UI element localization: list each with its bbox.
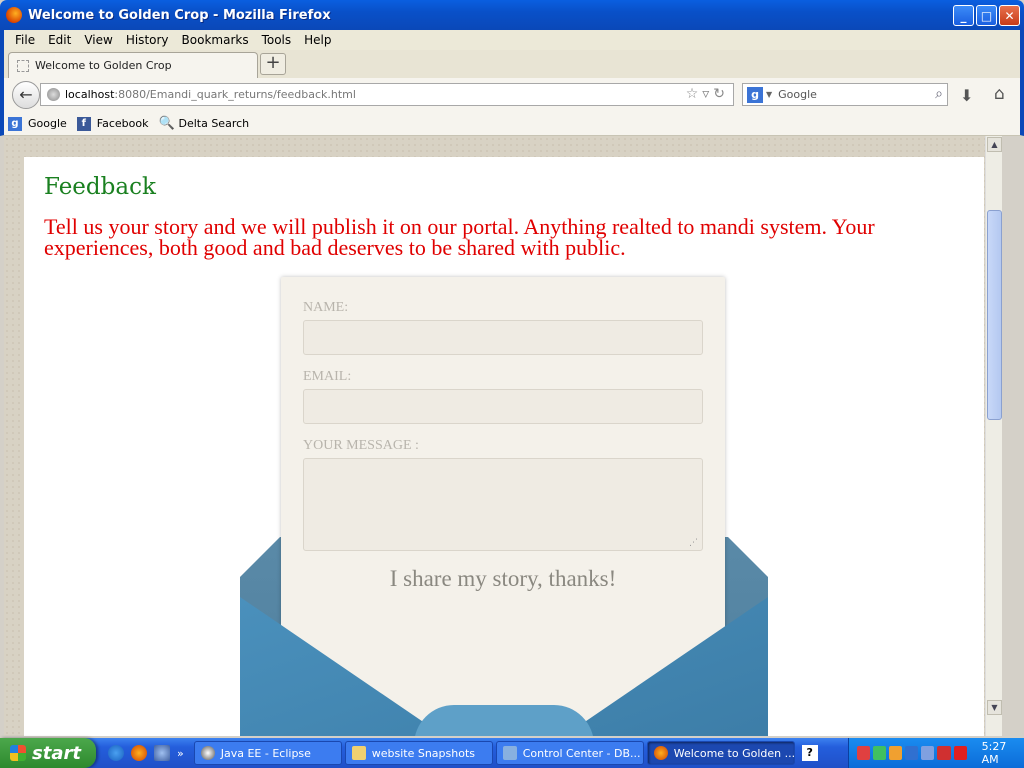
url-bar[interactable]: localhost :8080/Emandi_quark_returns/fee… [40,83,734,106]
tray-search-icon[interactable] [953,746,967,760]
downloads-icon[interactable]: ⬇ [960,86,973,105]
window-title: Welcome to Golden Crop - Mozilla Firefox [28,7,331,23]
task-website-snapshots[interactable]: website Snapshots [344,741,493,765]
message-label: YOUR MESSAGE : [303,438,419,453]
eclipse-icon [200,746,215,760]
scrollbar-thumb[interactable] [987,210,1002,420]
menu-tools[interactable]: Tools [262,33,292,47]
volume-icon[interactable] [857,746,871,760]
back-button[interactable]: ← [12,81,40,109]
page-favicon-icon [17,59,29,72]
menu-edit[interactable]: Edit [48,33,71,47]
bookmarks-toolbar: g Google f Facebook 🔍 Delta Search [0,112,1024,136]
home-icon[interactable]: ⌂ [994,84,1005,104]
scroll-down-icon[interactable]: ▼ [987,700,1002,715]
bookmark-google[interactable]: g Google [8,116,67,131]
system-clock[interactable]: 5:27 AM [982,740,1024,766]
menu-history[interactable]: History [126,33,169,47]
system-tray: 5:27 AM [848,738,1024,768]
vertical-scrollbar[interactable]: ▲ ▼ [985,136,1002,736]
task-firefox[interactable]: Welcome to Golden ... [646,741,795,765]
quick-launch-more-icon[interactable]: » [177,747,184,760]
tray-display-icon[interactable] [905,746,919,760]
explorer-icon[interactable] [154,745,170,761]
tray-monitor-icon[interactable] [921,746,935,760]
bookmark-star-reload-icons[interactable]: ☆▿↻ [686,86,729,102]
task-label: Control Center - DB... [522,746,641,760]
security-shield-icon[interactable] [937,746,951,760]
message-textarea[interactable]: ⋰ [303,458,703,551]
folder-icon [351,746,366,760]
tab-golden-crop[interactable]: Welcome to Golden Crop [8,52,258,78]
bookmark-delta-search[interactable]: 🔍 Delta Search [158,115,250,131]
resize-grip-icon[interactable]: ⋰ [689,538,698,548]
windows-flag-icon [10,745,26,761]
network-icon[interactable] [873,746,887,760]
task-label: Java EE - Eclipse [220,746,311,760]
name-label: NAME: [303,300,349,315]
site-identity-icon[interactable] [47,88,60,101]
email-label: EMAIL: [303,369,352,384]
tab-strip: Welcome to Golden Crop + [0,50,1024,78]
internet-explorer-icon[interactable] [108,745,124,761]
email-field[interactable] [303,389,703,424]
name-field[interactable] [303,320,703,355]
firefox-icon [6,7,22,23]
bookmark-label: Delta Search [178,117,250,130]
navigation-toolbar: ← localhost :8080/Emandi_quark_returns/f… [0,78,1024,112]
bookmark-label: Google [28,117,67,130]
url-host: localhost [65,88,115,101]
submit-button[interactable]: I share my story, thanks! [281,566,725,592]
quick-launch: » [108,745,184,761]
task-label: Welcome to Golden ... [673,746,795,760]
control-center-icon [502,746,517,760]
page-title: Feedback [44,174,156,200]
url-path: :8080/Emandi_quark_returns/feedback.html [114,88,356,101]
tray-app-icon[interactable] [889,746,903,760]
window-title-bar: Welcome to Golden Crop - Mozilla Firefox… [0,0,1024,30]
windows-taskbar: start » Java EE - Eclipse website Snapsh… [0,738,1024,768]
envelope-flap [414,705,594,736]
start-label: start [32,742,81,764]
help-icon[interactable]: ? [801,745,818,761]
scroll-up-icon[interactable]: ▲ [987,137,1002,152]
task-label: website Snapshots [371,746,475,760]
search-magnifier-icon[interactable]: ⌕ [935,86,943,102]
feedback-form: NAME: EMAIL: YOUR MESSAGE : ⋰ I share my… [281,277,725,736]
start-button[interactable]: start [0,738,96,768]
facebook-icon: f [76,116,91,131]
firefox-icon [653,746,668,760]
delta-search-icon: 🔍 [158,115,175,131]
window-controls: _ □ ✕ [953,5,1020,26]
engine-dropdown-icon[interactable]: ▼ [766,90,772,99]
task-eclipse[interactable]: Java EE - Eclipse [193,741,342,765]
menu-bookmarks[interactable]: Bookmarks [182,33,249,47]
maximize-button[interactable]: □ [976,5,997,26]
menu-file[interactable]: File [15,33,35,47]
new-tab-button[interactable]: + [260,53,286,75]
google-icon: g [8,116,22,131]
minimize-button[interactable]: _ [953,5,974,26]
bookmark-label: Facebook [96,117,149,130]
task-control-center[interactable]: Control Center - DB... [495,741,644,765]
page-viewport: Feedback Tell us your story and we will … [4,136,1002,736]
menu-bar: File Edit View History Bookmarks Tools H… [0,30,1024,50]
search-input[interactable]: Google [778,88,817,101]
firefox-launch-icon[interactable] [131,745,147,761]
tab-label: Welcome to Golden Crop [35,59,172,72]
menu-view[interactable]: View [84,33,112,47]
bookmark-facebook[interactable]: f Facebook [76,116,149,131]
menu-help[interactable]: Help [304,33,331,47]
search-bar[interactable]: g ▼ Google ⌕ [742,83,948,106]
google-engine-icon[interactable]: g [747,86,763,103]
feedback-page: Feedback Tell us your story and we will … [24,157,984,736]
feedback-intro: Tell us your story and we will publish i… [44,214,875,260]
close-button[interactable]: ✕ [999,5,1020,26]
